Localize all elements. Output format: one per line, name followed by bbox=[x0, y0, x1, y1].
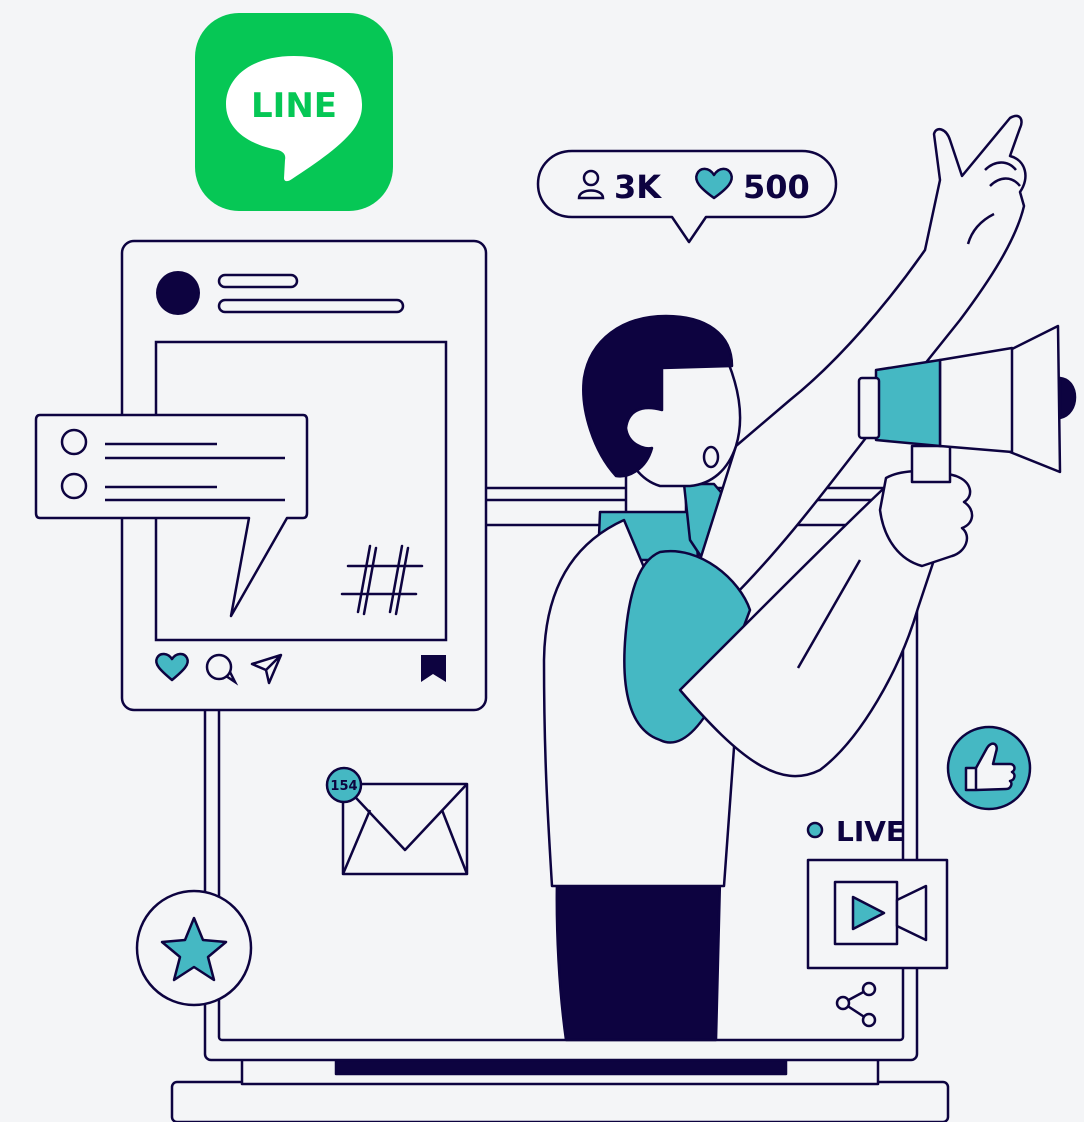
mail-count-text: 154 bbox=[330, 779, 357, 794]
likes-count: 500 bbox=[743, 168, 810, 206]
monitor-slot bbox=[334, 1058, 788, 1076]
star-icon bbox=[135, 889, 253, 1007]
avatar bbox=[156, 271, 200, 315]
line-logo-text: LINE bbox=[251, 86, 337, 126]
stats-bubble: 3K 500 bbox=[536, 149, 838, 244]
mail-count-badge: 154 bbox=[325, 766, 363, 804]
video-icon bbox=[806, 858, 949, 970]
live-label: LIVE bbox=[836, 815, 905, 848]
illustration-stage: 154 LIVE 3K 500 LINE bbox=[0, 0, 1084, 1122]
thumbs-up-icon bbox=[946, 725, 1032, 811]
followers-count: 3K bbox=[614, 168, 662, 206]
mail-icon bbox=[341, 782, 469, 876]
line-logo-icon: LINE bbox=[195, 13, 393, 211]
marketing-illustration: 154 LIVE 3K 500 LINE bbox=[34, 13, 1077, 1122]
monitor-base bbox=[170, 1080, 950, 1122]
